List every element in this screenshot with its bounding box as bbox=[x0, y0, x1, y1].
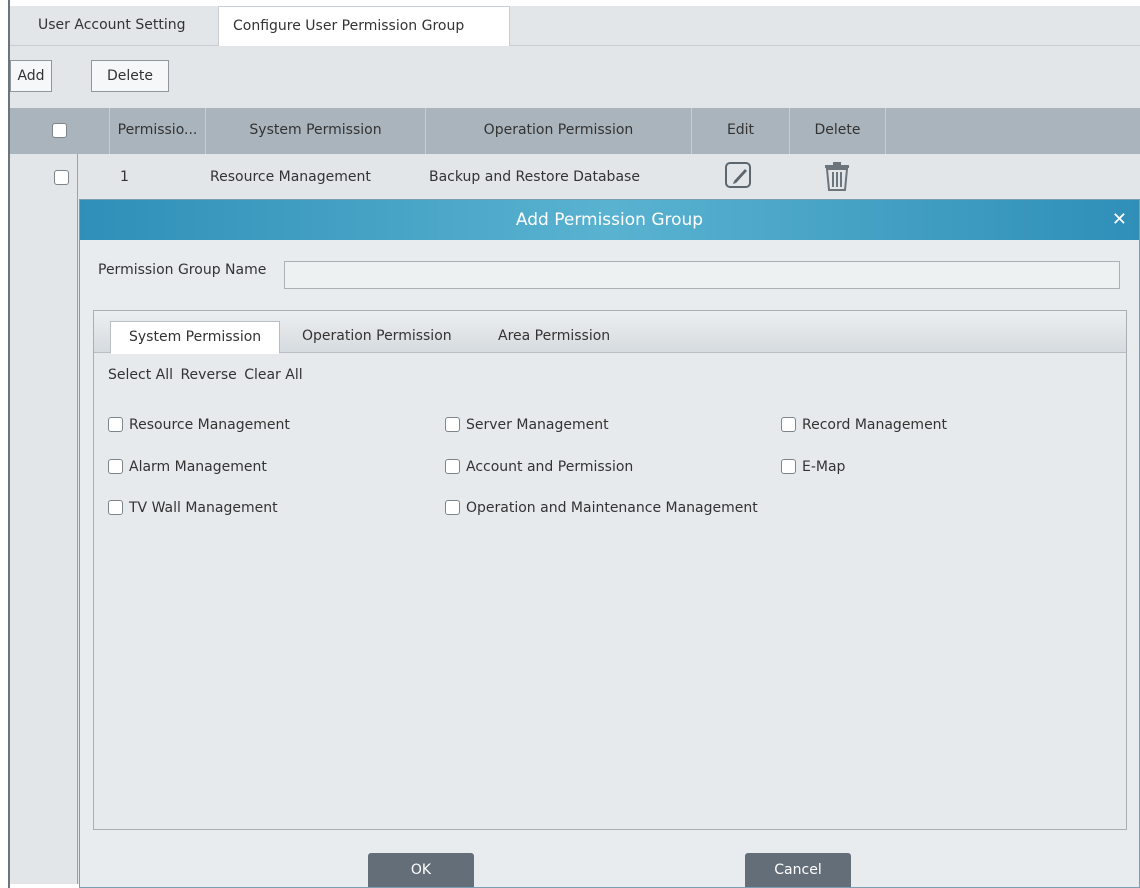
perm-tv-wall-management[interactable]: TV Wall Management bbox=[108, 497, 278, 519]
perm-resource-management[interactable]: Resource Management bbox=[108, 414, 290, 436]
select-all-header-cell[interactable] bbox=[10, 108, 110, 154]
perm-checkbox[interactable] bbox=[108, 499, 123, 515]
tab-configure-user-permission-group[interactable]: Configure User Permission Group bbox=[218, 6, 510, 47]
perm-checkbox[interactable] bbox=[781, 458, 796, 474]
tab-operation-permission[interactable]: Operation Permission bbox=[284, 321, 470, 353]
close-icon[interactable]: ✕ bbox=[1112, 200, 1127, 240]
delete-button[interactable]: Delete bbox=[91, 60, 169, 92]
select-all-checkbox[interactable] bbox=[52, 122, 67, 138]
row-operation-permission: Backup and Restore Database bbox=[429, 169, 640, 185]
permission-group-name-label: Permission Group Name bbox=[98, 262, 267, 278]
tab-area-permission[interactable]: Area Permission bbox=[480, 321, 628, 353]
perm-checkbox[interactable] bbox=[108, 458, 123, 474]
table-header: Permissio... System Permission Operation… bbox=[10, 108, 1140, 154]
perm-operation-and-maintenance-management[interactable]: Operation and Maintenance Management bbox=[445, 497, 758, 519]
header-system-permission: System Permission bbox=[206, 108, 426, 154]
reverse-link[interactable]: Reverse bbox=[180, 367, 236, 383]
tab-user-account-setting[interactable]: User Account Setting bbox=[24, 6, 199, 46]
perm-label: Server Management bbox=[466, 417, 609, 433]
perm-checkbox[interactable] bbox=[445, 499, 460, 515]
perm-record-management[interactable]: Record Management bbox=[781, 414, 947, 436]
tab-system-permission[interactable]: System Permission bbox=[110, 321, 281, 354]
permission-tabs: System Permission Operation Permission A… bbox=[94, 311, 1126, 354]
perm-checkbox[interactable] bbox=[108, 416, 123, 432]
cancel-button[interactable]: Cancel bbox=[745, 853, 851, 887]
row-id: 1 bbox=[120, 169, 129, 185]
clear-all-link[interactable]: Clear All bbox=[244, 367, 302, 383]
perm-account-and-permission[interactable]: Account and Permission bbox=[445, 456, 633, 478]
top-tab-strip: User Account Setting Configure User Perm… bbox=[10, 6, 1140, 47]
perm-checkbox[interactable] bbox=[445, 416, 460, 432]
left-column-bg bbox=[10, 154, 78, 884]
row-system-permission: Resource Management bbox=[210, 169, 371, 185]
perm-label: Account and Permission bbox=[466, 459, 634, 475]
row-checkbox[interactable] bbox=[54, 169, 69, 185]
perm-label: Alarm Management bbox=[129, 459, 267, 475]
ok-button[interactable]: OK bbox=[368, 853, 474, 887]
permission-group-name-input[interactable] bbox=[284, 261, 1120, 289]
perm-e-map[interactable]: E-Map bbox=[781, 456, 845, 478]
permission-panel: System Permission Operation Permission A… bbox=[93, 310, 1127, 830]
perm-label: E-Map bbox=[802, 459, 846, 475]
perm-alarm-management[interactable]: Alarm Management bbox=[108, 456, 267, 478]
add-permission-group-dialog: Add Permission Group ✕ Permission Group … bbox=[79, 199, 1140, 888]
perm-label: Resource Management bbox=[129, 417, 290, 433]
perm-server-management[interactable]: Server Management bbox=[445, 414, 609, 436]
left-edge-divider bbox=[8, 0, 10, 888]
perm-label: Record Management bbox=[802, 417, 948, 433]
add-button[interactable]: Add bbox=[10, 60, 52, 92]
perm-label: TV Wall Management bbox=[129, 500, 278, 516]
header-operation-permission: Operation Permission bbox=[426, 108, 692, 154]
dialog-header: Add Permission Group ✕ bbox=[80, 200, 1139, 240]
perm-checkbox[interactable] bbox=[445, 458, 460, 474]
dialog-title: Add Permission Group bbox=[515, 210, 704, 230]
edit-icon[interactable] bbox=[723, 159, 755, 189]
selection-actions: Select All Reverse Clear All bbox=[108, 367, 306, 383]
header-delete: Delete bbox=[790, 108, 886, 154]
header-edit: Edit bbox=[692, 108, 790, 154]
trash-icon[interactable] bbox=[822, 160, 852, 191]
toolbar: Add Delete bbox=[10, 46, 1140, 108]
header-permission-id: Permissio... bbox=[110, 108, 206, 154]
select-all-link[interactable]: Select All bbox=[108, 367, 173, 383]
perm-label: Operation and Maintenance Management bbox=[466, 500, 758, 516]
row-checkbox-cell[interactable] bbox=[54, 162, 69, 192]
perm-checkbox[interactable] bbox=[781, 416, 796, 432]
